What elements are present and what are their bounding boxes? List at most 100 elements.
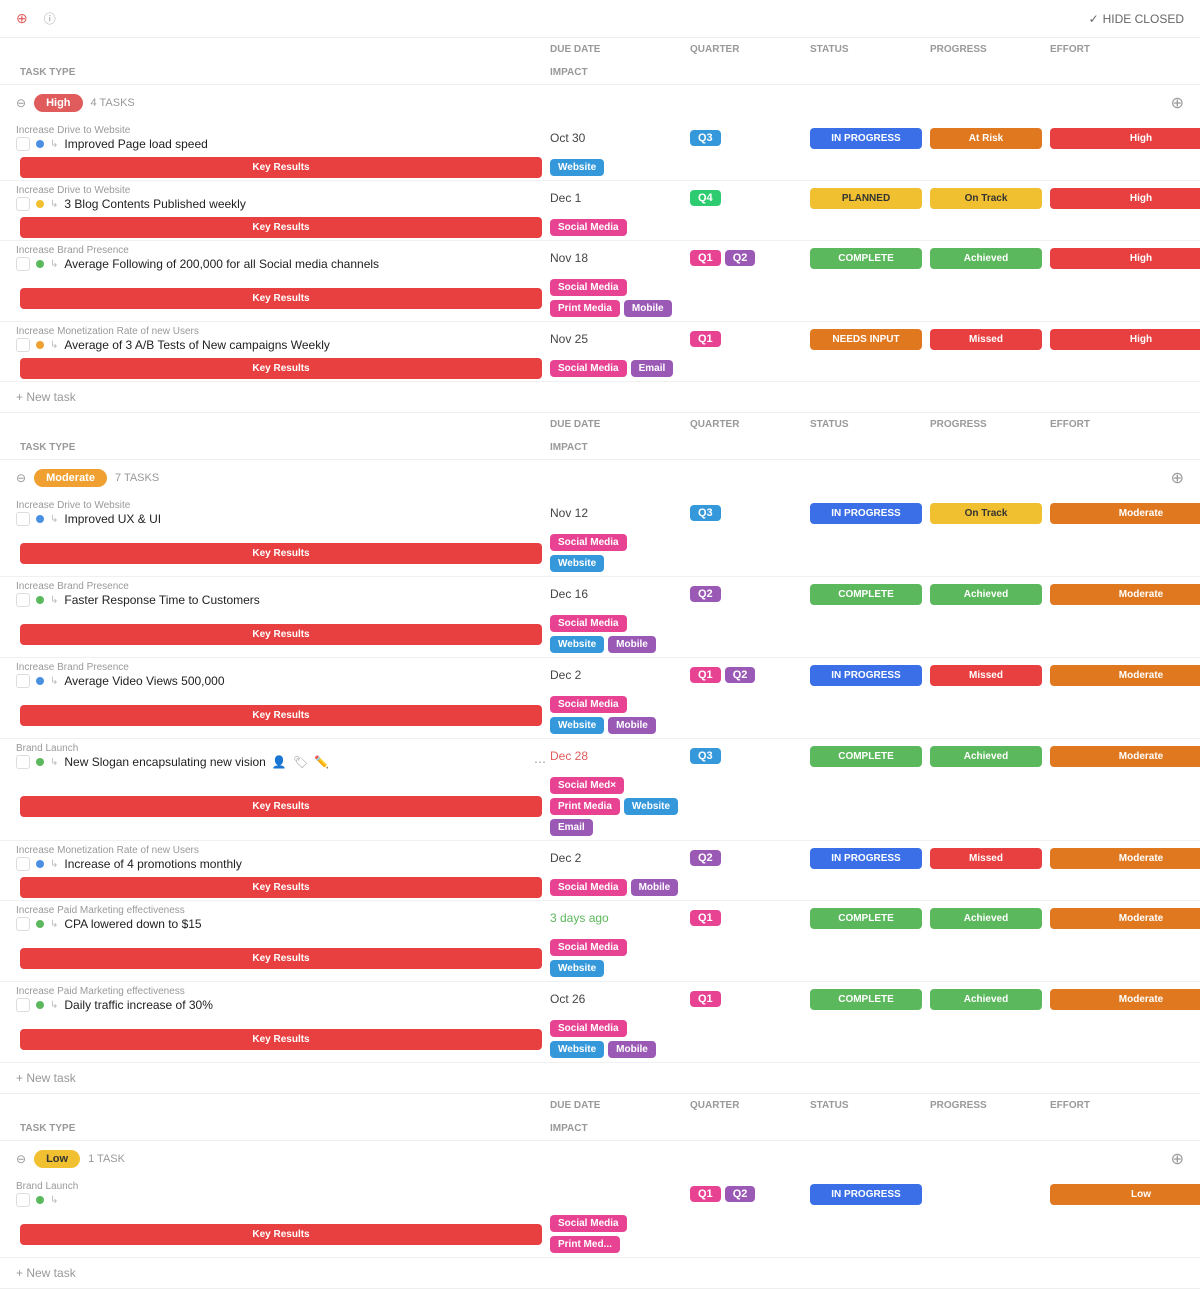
- task-checkbox[interactable]: [16, 857, 30, 871]
- task-category: Brand Launch: [16, 743, 546, 754]
- task-name[interactable]: 3 Blog Contents Published weekly: [64, 197, 245, 211]
- task-type-badge: Key Results: [20, 948, 542, 969]
- task-category: Increase Paid Marketing effectiveness: [16, 986, 546, 997]
- group-add-high[interactable]: ⊕: [1171, 93, 1184, 113]
- task-info: Increase Drive to Website ↳ Improved Pag…: [16, 121, 546, 155]
- task-checkbox[interactable]: [16, 1193, 30, 1207]
- task-name[interactable]: Average of 3 A/B Tests of New campaigns …: [64, 338, 329, 352]
- impact-cell: Social Media: [546, 215, 686, 240]
- task-type-cell: Key Results: [16, 541, 546, 566]
- impact-tag: Email: [550, 819, 593, 836]
- progress-badge: At Risk: [930, 128, 1042, 149]
- task-category: Increase Monetization Rate of new Users: [16, 845, 546, 856]
- task-checkbox[interactable]: [16, 137, 30, 151]
- task-row: Increase Monetization Rate of new Users …: [0, 841, 1200, 901]
- assign-icon[interactable]: 👤: [272, 755, 287, 769]
- due-date-cell: Nov 12: [546, 502, 686, 524]
- group-toggle-high[interactable]: ⊖: [16, 96, 26, 110]
- impact-cell: Social MediaMobile: [546, 875, 686, 900]
- impact-cell: Social Med×Print MediaWebsiteEmail: [546, 773, 686, 840]
- effort-badge: Moderate: [1050, 584, 1200, 605]
- task-name[interactable]: Faster Response Time to Customers: [64, 593, 259, 607]
- task-name[interactable]: Improved UX & UI: [64, 512, 161, 526]
- quarter-cell: Q3: [686, 501, 806, 525]
- progress-cell: At Risk: [926, 126, 1046, 151]
- group-section-low: ⊖ Low 1 TASK ⊕ Brand Launch ↳ Q1Q2 IN P: [0, 1141, 1200, 1289]
- priority-dot: [36, 1001, 44, 1009]
- task-checkbox[interactable]: [16, 257, 30, 271]
- progress-badge: Achieved: [930, 746, 1042, 767]
- task-checkbox[interactable]: [16, 998, 30, 1012]
- task-type-badge: Key Results: [20, 1029, 542, 1050]
- quarter-tag: Q1: [690, 667, 721, 683]
- col-progress-high: PROGRESS: [926, 38, 1046, 61]
- group-toggle-low[interactable]: ⊖: [16, 1152, 26, 1166]
- impact-tag: Social Media: [550, 615, 627, 632]
- progress-badge: On Track: [930, 503, 1042, 524]
- task-checkbox[interactable]: [16, 917, 30, 931]
- col-effort-high: EFFORT: [1046, 38, 1200, 61]
- quarter-tag: Q3: [690, 748, 721, 764]
- task-type-cell: Key Results: [16, 794, 546, 819]
- task-type-badge: Key Results: [20, 705, 542, 726]
- status-cell: COMPLETE: [806, 744, 926, 769]
- hide-closed-button[interactable]: ✓ HIDE CLOSED: [1089, 12, 1184, 26]
- tag-icon[interactable]: 🏷: [293, 755, 308, 769]
- impact-tag: Website: [550, 960, 604, 977]
- group-add-moderate[interactable]: ⊕: [1171, 468, 1184, 488]
- task-type-cell: Key Results: [16, 286, 546, 311]
- impact-tag: Social Media: [550, 879, 627, 896]
- task-name[interactable]: Improved Page load speed: [64, 137, 207, 151]
- col-impact-high: IMPACT: [546, 61, 686, 84]
- task-name[interactable]: Average Following of 200,000 for all Soc…: [64, 257, 379, 271]
- quarter-cell: Q1Q2: [686, 663, 806, 687]
- task-checkbox[interactable]: [16, 674, 30, 688]
- status-badge: PLANNED: [810, 188, 922, 209]
- col-due-low: DUE DATE: [546, 1094, 686, 1117]
- info-icon[interactable]: ⓘ: [44, 10, 56, 27]
- task-info: Brand Launch ↳: [16, 1177, 546, 1211]
- edit-icon[interactable]: ✏️: [314, 755, 329, 769]
- quarter-cell: Q1Q2: [686, 1182, 806, 1206]
- impact-tag: Social Media: [550, 360, 627, 377]
- task-name[interactable]: CPA lowered down to $15: [64, 917, 201, 931]
- add-task-row-low[interactable]: + New task: [0, 1258, 1200, 1288]
- task-row: Brand Launch ↳ New Slogan encapsulating …: [0, 739, 1200, 841]
- impact-tag: Website: [550, 555, 604, 572]
- impact-tag: Email: [631, 360, 674, 377]
- task-info: Increase Paid Marketing effectiveness ↳ …: [16, 901, 546, 935]
- task-name[interactable]: Average Video Views 500,000: [64, 674, 224, 688]
- task-name-row: ↳ CPA lowered down to $15: [16, 917, 546, 931]
- progress-badge: Missed: [930, 329, 1042, 350]
- group-toggle-moderate[interactable]: ⊖: [16, 471, 26, 485]
- task-row: Increase Brand Presence ↳ Faster Respons…: [0, 577, 1200, 658]
- task-row: Increase Monetization Rate of new Users …: [0, 322, 1200, 382]
- add-task-row-moderate[interactable]: + New task: [0, 1063, 1200, 1093]
- impact-tag: Mobile: [608, 1041, 656, 1058]
- add-task-row-high[interactable]: + New task: [0, 382, 1200, 412]
- impact-tag: Social Media: [550, 219, 627, 236]
- more-icon[interactable]: ⋯: [534, 755, 546, 769]
- task-checkbox[interactable]: [16, 197, 30, 211]
- group-badge-high: High: [34, 94, 82, 112]
- effort-cell: High: [1046, 246, 1200, 271]
- task-checkbox[interactable]: [16, 755, 30, 769]
- group-add-low[interactable]: ⊕: [1171, 1149, 1184, 1169]
- impact-tag: Mobile: [631, 879, 679, 896]
- task-checkbox[interactable]: [16, 512, 30, 526]
- task-name[interactable]: New Slogan encapsulating new vision: [64, 755, 265, 769]
- quarter-tag: Q2: [725, 1186, 756, 1202]
- task-type-badge: Key Results: [20, 624, 542, 645]
- group-header-low: ⊖ Low 1 TASK ⊕: [0, 1141, 1200, 1177]
- task-name[interactable]: Increase of 4 promotions monthly: [64, 857, 241, 871]
- task-checkbox[interactable]: [16, 593, 30, 607]
- task-row: Increase Brand Presence ↳ Average Follow…: [0, 241, 1200, 322]
- task-row: Increase Brand Presence ↳ Average Video …: [0, 658, 1200, 739]
- col-due-moderate: DUE DATE: [546, 413, 686, 436]
- task-checkbox[interactable]: [16, 338, 30, 352]
- task-name[interactable]: Daily traffic increase of 30%: [64, 998, 213, 1012]
- task-info: Increase Monetization Rate of new Users …: [16, 841, 546, 875]
- progress-badge: Achieved: [930, 908, 1042, 929]
- effort-cell: High: [1046, 126, 1200, 151]
- due-date-cell: Oct 26: [546, 988, 686, 1010]
